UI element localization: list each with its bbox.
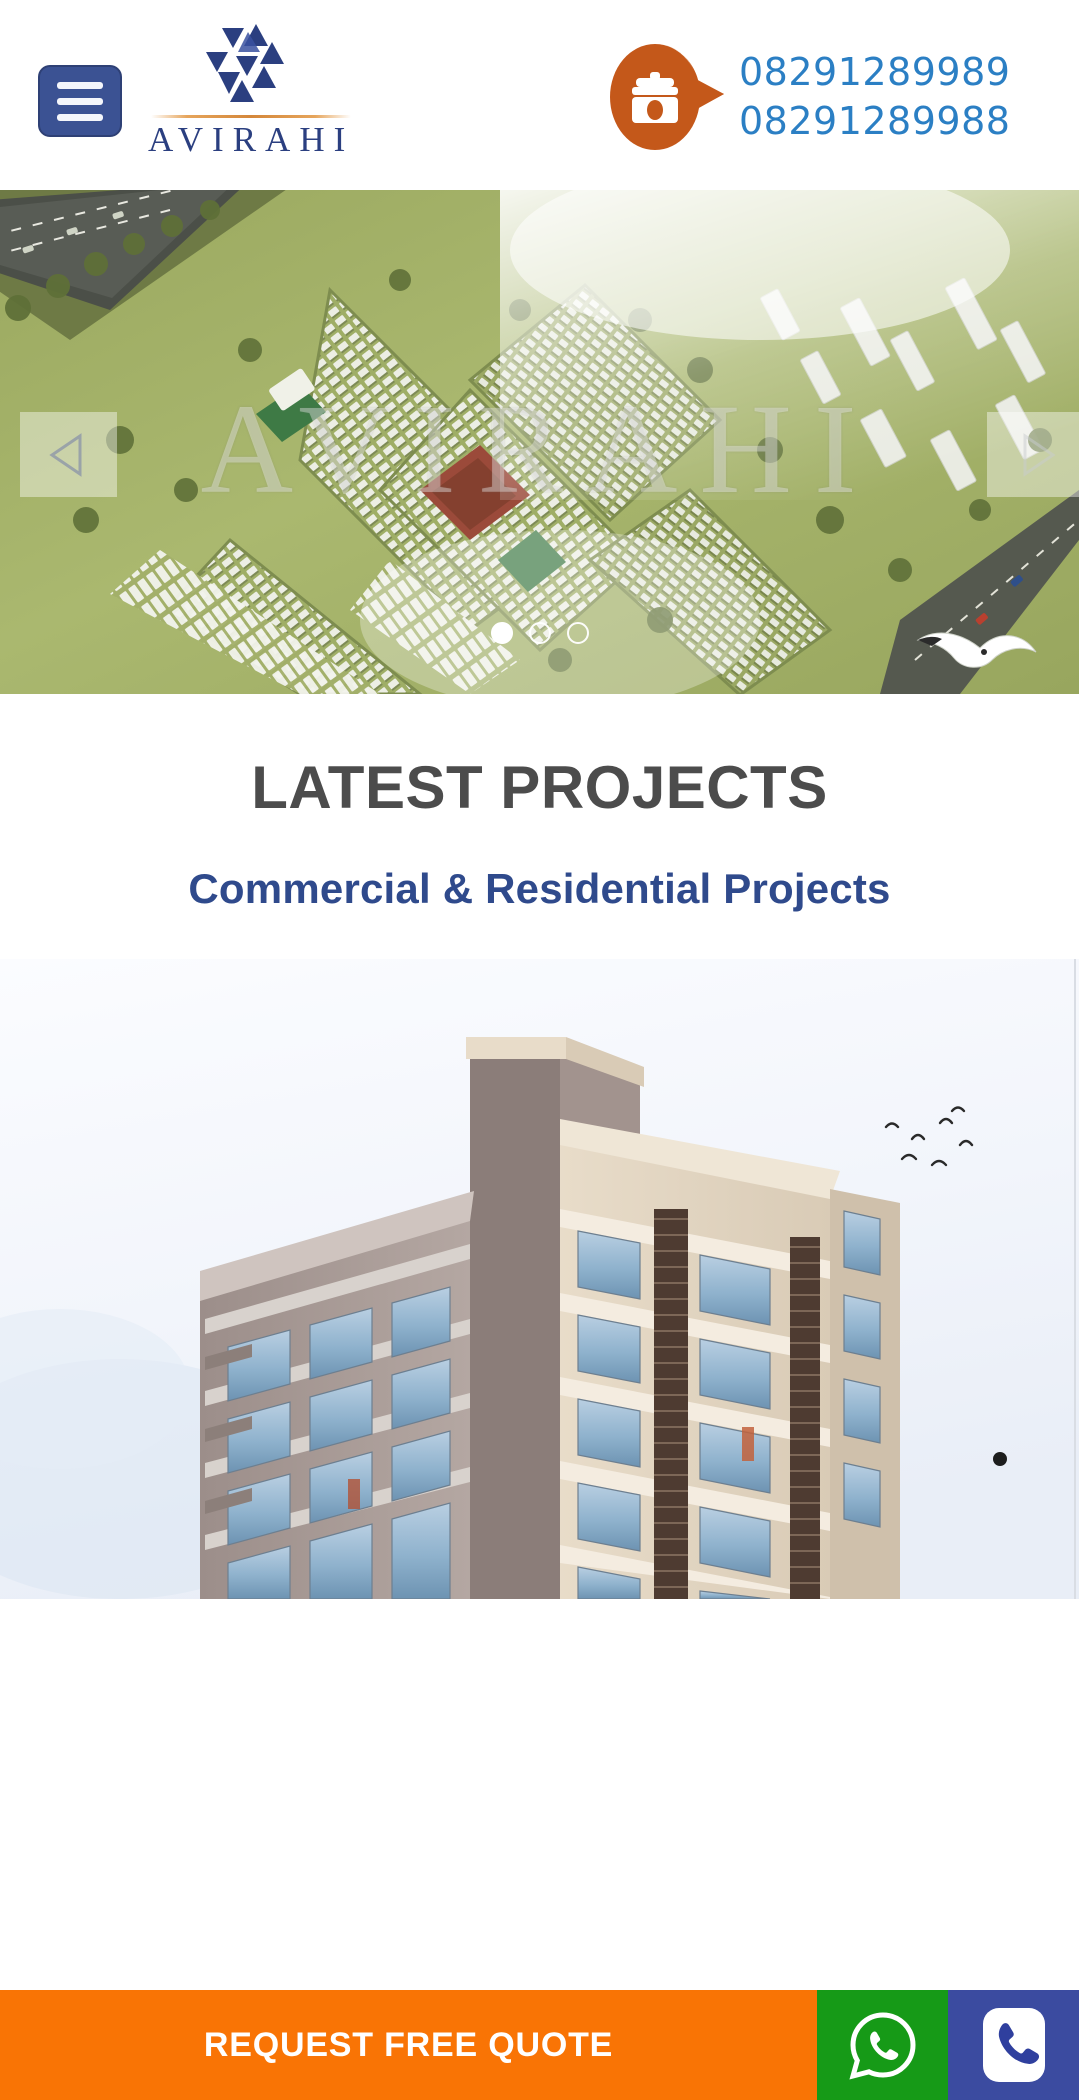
hero-slide-image: [0, 190, 1079, 694]
request-free-quote-label: REQUEST FREE QUOTE: [203, 2025, 614, 2064]
menu-icon-bar: [57, 97, 103, 105]
hero-carousel[interactable]: AVIRAHI: [0, 190, 1079, 694]
hamburger-menu-button[interactable]: [38, 65, 122, 137]
page-title: LATEST PROJECTS: [251, 754, 828, 821]
whatsapp-button[interactable]: [817, 1990, 948, 2100]
site-logo[interactable]: AVIRAHI: [148, 22, 353, 157]
projects-carousel[interactable]: [0, 959, 1079, 1599]
page-root: AVIRAHI 08291289989 08291289988 AVIRAHI …: [0, 0, 1079, 2100]
telephone-icon[interactable]: [608, 42, 733, 152]
site-header: AVIRAHI 08291289989 08291289988: [0, 0, 1079, 190]
call-button[interactable]: [948, 1990, 1079, 2100]
phone-link-primary[interactable]: 08291289989: [739, 48, 1010, 97]
request-free-quote-button[interactable]: REQUEST FREE QUOTE: [0, 1990, 817, 2100]
header-contact: 08291289989 08291289988: [608, 42, 1010, 152]
carousel-dot-2[interactable]: [528, 622, 551, 644]
bottom-action-bar: REQUEST FREE QUOTE: [0, 1990, 1079, 2100]
phone-number-list: 08291289989 08291289988: [739, 48, 1010, 145]
carousel-next-arrow-icon[interactable]: [987, 412, 1079, 497]
whatsapp-icon: [848, 2012, 916, 2080]
project-slide[interactable]: [0, 959, 1079, 1599]
logo-wordmark: AVIRAHI: [148, 120, 355, 159]
carousel-dots[interactable]: [0, 622, 1079, 644]
menu-icon-bar: [57, 81, 103, 89]
phone-icon: [982, 2008, 1045, 2082]
section-subtitle: Commercial & Residential Projects: [188, 865, 891, 912]
project-building-image: [0, 959, 1079, 1599]
phone-link-secondary[interactable]: 08291289988: [739, 97, 1010, 146]
carousel-prev-arrow-icon[interactable]: [20, 412, 117, 497]
carousel-dot-3[interactable]: [566, 622, 589, 644]
menu-icon-bar: [57, 113, 103, 121]
logo-divider-rule: [150, 115, 351, 118]
carousel-dot-1[interactable]: [490, 622, 513, 644]
latest-projects-section-header: LATEST PROJECTS Commercial & Residential…: [0, 694, 1079, 913]
avirahi-triangles-logo-icon: [206, 24, 284, 102]
carousel-slide-divider: [1074, 959, 1076, 1599]
